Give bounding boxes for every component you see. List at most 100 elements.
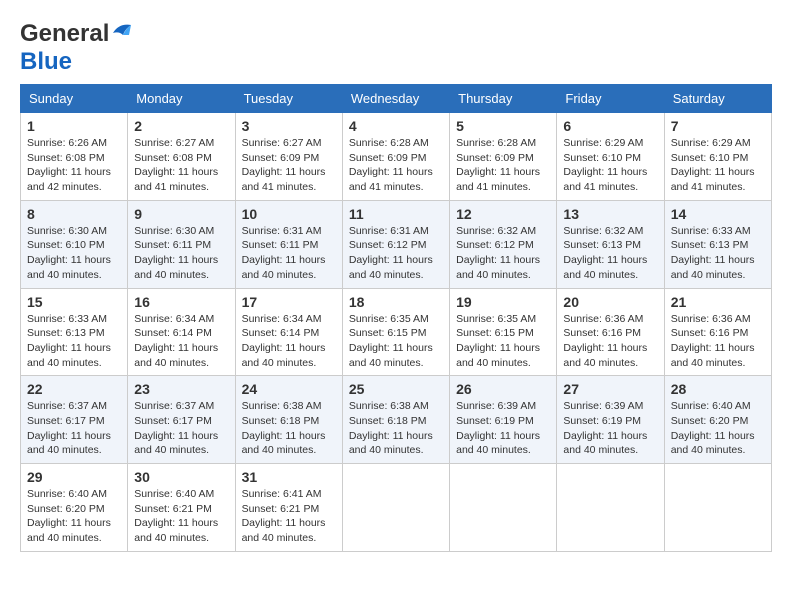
calendar-day-10: 10 Sunrise: 6:31 AM Sunset: 6:11 PM Dayl… [235, 200, 342, 288]
day-number: 23 [134, 381, 228, 397]
daylight-label: Daylight: 11 hours and 40 minutes. [349, 254, 433, 281]
day-info: Sunrise: 6:35 AM Sunset: 6:15 PM Dayligh… [456, 312, 550, 371]
day-info: Sunrise: 6:28 AM Sunset: 6:09 PM Dayligh… [456, 136, 550, 195]
calendar-day-20: 20 Sunrise: 6:36 AM Sunset: 6:16 PM Dayl… [557, 288, 664, 376]
sunset-label: Sunset: 6:12 PM [349, 239, 427, 251]
day-info: Sunrise: 6:33 AM Sunset: 6:13 PM Dayligh… [27, 312, 121, 371]
sunrise-label: Sunrise: 6:41 AM [242, 488, 322, 500]
sunrise-label: Sunrise: 6:29 AM [563, 137, 643, 149]
daylight-label: Daylight: 11 hours and 40 minutes. [27, 517, 111, 544]
sunset-label: Sunset: 6:12 PM [456, 239, 534, 251]
day-info: Sunrise: 6:29 AM Sunset: 6:10 PM Dayligh… [671, 136, 765, 195]
calendar-day-3: 3 Sunrise: 6:27 AM Sunset: 6:09 PM Dayli… [235, 113, 342, 201]
sunset-label: Sunset: 6:10 PM [27, 239, 105, 251]
day-info: Sunrise: 6:40 AM Sunset: 6:21 PM Dayligh… [134, 487, 228, 546]
sunrise-label: Sunrise: 6:28 AM [456, 137, 536, 149]
day-info: Sunrise: 6:27 AM Sunset: 6:09 PM Dayligh… [242, 136, 336, 195]
day-number: 26 [456, 381, 550, 397]
sunrise-label: Sunrise: 6:33 AM [671, 225, 751, 237]
sunrise-label: Sunrise: 6:28 AM [349, 137, 429, 149]
sunrise-label: Sunrise: 6:27 AM [134, 137, 214, 149]
daylight-label: Daylight: 11 hours and 40 minutes. [242, 342, 326, 369]
sunset-label: Sunset: 6:17 PM [27, 415, 105, 427]
day-number: 30 [134, 469, 228, 485]
day-number: 21 [671, 294, 765, 310]
calendar-week-5: 29 Sunrise: 6:40 AM Sunset: 6:20 PM Dayl… [21, 464, 772, 552]
day-info: Sunrise: 6:40 AM Sunset: 6:20 PM Dayligh… [27, 487, 121, 546]
day-info: Sunrise: 6:34 AM Sunset: 6:14 PM Dayligh… [134, 312, 228, 371]
calendar-table: SundayMondayTuesdayWednesdayThursdayFrid… [20, 84, 772, 552]
calendar-day-13: 13 Sunrise: 6:32 AM Sunset: 6:13 PM Dayl… [557, 200, 664, 288]
sunset-label: Sunset: 6:09 PM [349, 152, 427, 164]
sunset-label: Sunset: 6:08 PM [134, 152, 212, 164]
sunrise-label: Sunrise: 6:32 AM [456, 225, 536, 237]
sunset-label: Sunset: 6:10 PM [563, 152, 641, 164]
calendar-day-2: 2 Sunrise: 6:27 AM Sunset: 6:08 PM Dayli… [128, 113, 235, 201]
day-info: Sunrise: 6:38 AM Sunset: 6:18 PM Dayligh… [242, 399, 336, 458]
calendar-day-6: 6 Sunrise: 6:29 AM Sunset: 6:10 PM Dayli… [557, 113, 664, 201]
calendar-day-8: 8 Sunrise: 6:30 AM Sunset: 6:10 PM Dayli… [21, 200, 128, 288]
sunrise-label: Sunrise: 6:33 AM [27, 313, 107, 325]
day-info: Sunrise: 6:38 AM Sunset: 6:18 PM Dayligh… [349, 399, 443, 458]
calendar-header-row: SundayMondayTuesdayWednesdayThursdayFrid… [21, 85, 772, 113]
day-number: 13 [563, 206, 657, 222]
sunrise-label: Sunrise: 6:34 AM [134, 313, 214, 325]
day-number: 3 [242, 118, 336, 134]
day-info: Sunrise: 6:37 AM Sunset: 6:17 PM Dayligh… [134, 399, 228, 458]
calendar-day-15: 15 Sunrise: 6:33 AM Sunset: 6:13 PM Dayl… [21, 288, 128, 376]
sunset-label: Sunset: 6:15 PM [456, 327, 534, 339]
day-info: Sunrise: 6:37 AM Sunset: 6:17 PM Dayligh… [27, 399, 121, 458]
day-info: Sunrise: 6:29 AM Sunset: 6:10 PM Dayligh… [563, 136, 657, 195]
calendar-day-31: 31 Sunrise: 6:41 AM Sunset: 6:21 PM Dayl… [235, 464, 342, 552]
daylight-label: Daylight: 11 hours and 40 minutes. [671, 342, 755, 369]
calendar-day-22: 22 Sunrise: 6:37 AM Sunset: 6:17 PM Dayl… [21, 376, 128, 464]
sunrise-label: Sunrise: 6:26 AM [27, 137, 107, 149]
day-number: 9 [134, 206, 228, 222]
sunset-label: Sunset: 6:19 PM [563, 415, 641, 427]
daylight-label: Daylight: 11 hours and 40 minutes. [134, 517, 218, 544]
sunrise-label: Sunrise: 6:37 AM [134, 400, 214, 412]
day-number: 31 [242, 469, 336, 485]
day-header-saturday: Saturday [664, 85, 771, 113]
day-number: 16 [134, 294, 228, 310]
sunrise-label: Sunrise: 6:30 AM [27, 225, 107, 237]
logo-blue-text: Blue [20, 48, 72, 76]
sunrise-label: Sunrise: 6:39 AM [456, 400, 536, 412]
day-info: Sunrise: 6:30 AM Sunset: 6:11 PM Dayligh… [134, 224, 228, 283]
daylight-label: Daylight: 11 hours and 40 minutes. [134, 254, 218, 281]
day-header-tuesday: Tuesday [235, 85, 342, 113]
day-header-sunday: Sunday [21, 85, 128, 113]
day-info: Sunrise: 6:39 AM Sunset: 6:19 PM Dayligh… [563, 399, 657, 458]
day-header-wednesday: Wednesday [342, 85, 449, 113]
calendar-day-21: 21 Sunrise: 6:36 AM Sunset: 6:16 PM Dayl… [664, 288, 771, 376]
logo-general-text: General [20, 20, 109, 48]
day-number: 5 [456, 118, 550, 134]
sunset-label: Sunset: 6:16 PM [563, 327, 641, 339]
day-number: 19 [456, 294, 550, 310]
day-number: 20 [563, 294, 657, 310]
daylight-label: Daylight: 11 hours and 41 minutes. [671, 166, 755, 193]
daylight-label: Daylight: 11 hours and 41 minutes. [349, 166, 433, 193]
sunrise-label: Sunrise: 6:36 AM [563, 313, 643, 325]
sunset-label: Sunset: 6:20 PM [671, 415, 749, 427]
calendar-day-29: 29 Sunrise: 6:40 AM Sunset: 6:20 PM Dayl… [21, 464, 128, 552]
sunrise-label: Sunrise: 6:40 AM [671, 400, 751, 412]
day-info: Sunrise: 6:35 AM Sunset: 6:15 PM Dayligh… [349, 312, 443, 371]
sunrise-label: Sunrise: 6:27 AM [242, 137, 322, 149]
day-header-monday: Monday [128, 85, 235, 113]
sunrise-label: Sunrise: 6:29 AM [671, 137, 751, 149]
calendar-week-2: 8 Sunrise: 6:30 AM Sunset: 6:10 PM Dayli… [21, 200, 772, 288]
day-number: 8 [27, 206, 121, 222]
sunset-label: Sunset: 6:18 PM [349, 415, 427, 427]
day-number: 25 [349, 381, 443, 397]
daylight-label: Daylight: 11 hours and 40 minutes. [563, 254, 647, 281]
calendar-day-4: 4 Sunrise: 6:28 AM Sunset: 6:09 PM Dayli… [342, 113, 449, 201]
daylight-label: Daylight: 11 hours and 40 minutes. [349, 342, 433, 369]
daylight-label: Daylight: 11 hours and 40 minutes. [134, 342, 218, 369]
calendar-day-12: 12 Sunrise: 6:32 AM Sunset: 6:12 PM Dayl… [450, 200, 557, 288]
daylight-label: Daylight: 11 hours and 40 minutes. [134, 430, 218, 457]
daylight-label: Daylight: 11 hours and 41 minutes. [134, 166, 218, 193]
day-number: 15 [27, 294, 121, 310]
daylight-label: Daylight: 11 hours and 40 minutes. [242, 517, 326, 544]
day-number: 11 [349, 206, 443, 222]
